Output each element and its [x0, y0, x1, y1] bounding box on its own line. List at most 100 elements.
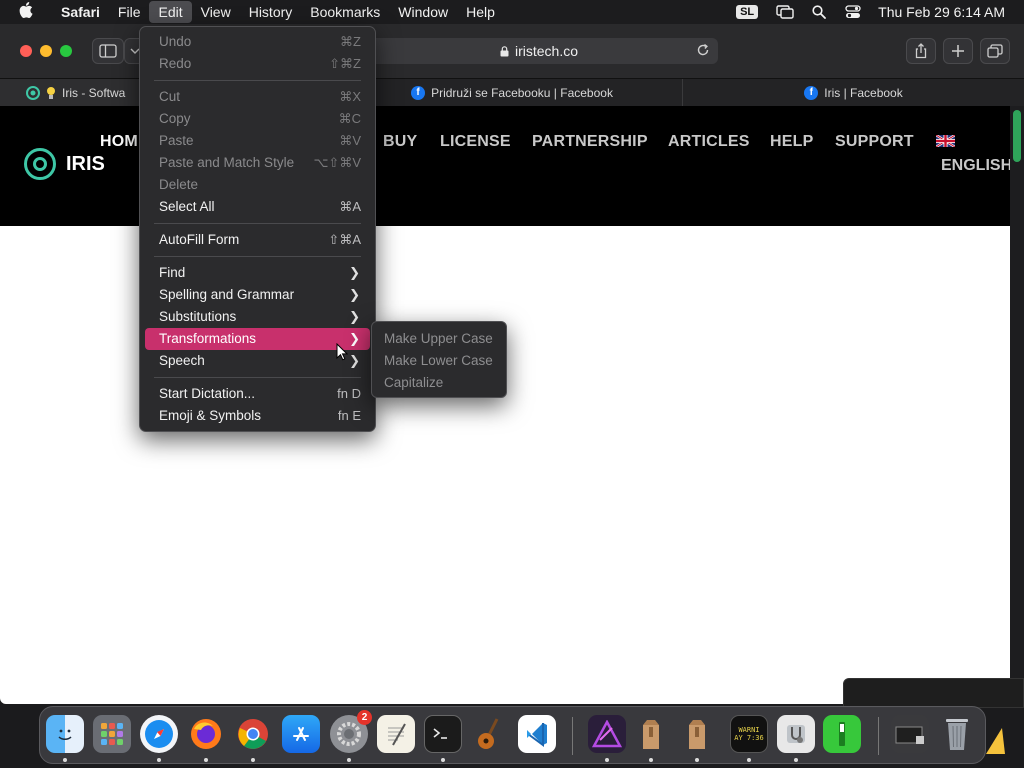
shortcut: fn D	[337, 386, 361, 401]
running-indicator	[63, 758, 67, 762]
shortcut: ⌘V	[339, 133, 361, 148]
window-close-button[interactable]	[20, 45, 32, 57]
facetime-icon[interactable]	[823, 715, 861, 753]
spotlight-search-icon[interactable]	[810, 5, 828, 19]
submenu-item-make-upper-case[interactable]: Make Upper Case	[372, 328, 506, 350]
menu-item-copy[interactable]: Copy ⌘C	[145, 108, 370, 130]
menu-item-label: Speech	[159, 353, 205, 368]
menu-item-label: Paste and Match Style	[159, 155, 295, 170]
menu-item-label: Start Dictation...	[159, 386, 256, 401]
menu-edit[interactable]: Edit	[149, 1, 192, 23]
submenu-item-make-lower-case[interactable]: Make Lower Case	[372, 350, 506, 372]
submenu-arrow-icon: ❯	[349, 287, 360, 302]
dock-separator	[878, 717, 879, 755]
nav-buy[interactable]: BUY	[383, 133, 417, 151]
menu-item-spelling-grammar[interactable]: Spelling and Grammar ❯	[145, 284, 370, 306]
tab-facebook-join[interactable]: f Pridruži se Facebooku | Facebook	[342, 79, 683, 106]
finder-icon[interactable]	[46, 715, 84, 753]
menu-window[interactable]: Window	[389, 1, 457, 23]
nav-help[interactable]: HELP	[770, 133, 813, 151]
chrome-icon[interactable]	[234, 715, 272, 753]
screenshot-stack-icon[interactable]	[891, 715, 929, 753]
share-button[interactable]	[906, 38, 936, 64]
trash-icon[interactable]	[938, 715, 976, 753]
mouse-pointer-icon	[336, 343, 348, 361]
safari-app-icon[interactable]	[140, 715, 178, 753]
address-bar[interactable]: iristech.co	[360, 38, 718, 64]
running-indicator	[695, 758, 699, 762]
window-minimize-button[interactable]	[40, 45, 52, 57]
shortcut: ⌘C	[338, 111, 361, 126]
tab-overview-button[interactable]	[980, 38, 1010, 64]
new-tab-button[interactable]	[943, 38, 973, 64]
menu-help[interactable]: Help	[457, 1, 504, 23]
menu-bar-clock[interactable]: Thu Feb 29 6:14 AM	[878, 4, 1005, 20]
textedit-icon[interactable]	[377, 715, 415, 753]
menu-item-emoji-symbols[interactable]: Emoji & Symbols fn E	[145, 405, 370, 427]
app-menu-safari[interactable]: Safari	[52, 1, 109, 23]
menu-item-redo[interactable]: Redo ⇧⌘Z	[145, 53, 370, 75]
nav-support[interactable]: SUPPORT	[835, 133, 914, 151]
archive-utility-icon[interactable]	[632, 715, 670, 753]
menu-item-label: Undo	[159, 34, 192, 49]
menu-item-paste-match-style[interactable]: Paste and Match Style ⌥⇧⌘V	[145, 152, 370, 174]
menu-item-start-dictation[interactable]: Start Dictation... fn D	[145, 383, 370, 405]
input-source-badge[interactable]: SL	[736, 5, 759, 19]
tab-title: Iris - Softwa	[62, 85, 126, 100]
nav-partnership[interactable]: PARTNERSHIP	[532, 133, 648, 151]
menu-item-substitutions[interactable]: Substitutions ❯	[145, 306, 370, 328]
language-selector[interactable]: ENGLISH	[941, 157, 1012, 175]
url-text: iristech.co	[514, 43, 579, 59]
affinity-designer-icon[interactable]	[588, 715, 626, 753]
running-indicator	[649, 758, 653, 762]
scrollbar-thumb[interactable]	[1013, 110, 1021, 162]
sidebar-toggle-button[interactable]	[92, 38, 124, 64]
nav-license[interactable]: LICENSE	[440, 133, 511, 151]
nav-home[interactable]: HOM	[100, 133, 138, 151]
garageband-icon[interactable]	[471, 715, 509, 753]
running-indicator	[794, 758, 798, 762]
uk-flag-icon[interactable]	[936, 135, 955, 147]
archive-utility-icon[interactable]	[678, 715, 716, 753]
shortcut: ⌘X	[339, 89, 361, 104]
firefox-icon[interactable]	[187, 715, 225, 753]
control-center-icon[interactable]	[844, 5, 862, 19]
menu-item-undo[interactable]: Undo ⌘Z	[145, 31, 370, 53]
menu-item-autofill-form[interactable]: AutoFill Form ⇧⌘A	[145, 229, 370, 251]
tab-overview-icon	[987, 44, 1003, 58]
menu-item-paste[interactable]: Paste ⌘V	[145, 130, 370, 152]
tab-iris-facebook[interactable]: f Iris | Facebook	[683, 79, 1024, 106]
system-preferences-icon[interactable]: 2	[330, 710, 372, 753]
console-icon[interactable]: WARNI AY 7:36	[730, 715, 768, 753]
menu-history[interactable]: History	[240, 1, 302, 23]
shortcut: ⇧⌘Z	[329, 56, 361, 71]
reload-icon[interactable]	[696, 43, 710, 60]
screen-mirroring-icon[interactable]	[776, 5, 794, 19]
menu-item-cut[interactable]: Cut ⌘X	[145, 86, 370, 108]
running-indicator	[605, 758, 609, 762]
terminal-icon[interactable]	[424, 715, 462, 753]
nav-articles[interactable]: ARTICLES	[668, 133, 750, 151]
edit-menu-dropdown: Undo ⌘Z Redo ⇧⌘Z Cut ⌘X Copy ⌘C Paste ⌘V Past…	[139, 26, 376, 432]
vscode-icon[interactable]	[518, 715, 556, 753]
menu-file[interactable]: File	[109, 1, 150, 23]
page-scrollbar[interactable]	[1010, 106, 1024, 706]
launchpad-icon[interactable]	[93, 715, 131, 753]
window-zoom-button[interactable]	[60, 45, 72, 57]
menu-separator	[154, 80, 361, 81]
site-logo[interactable]: IRIS	[24, 148, 105, 180]
shortcut: ⌘A	[339, 199, 361, 214]
notification-badge: 2	[357, 710, 372, 725]
menu-view[interactable]: View	[192, 1, 240, 23]
apple-menu-icon[interactable]	[0, 2, 52, 22]
disk-utility-icon[interactable]	[777, 715, 815, 753]
submenu-item-capitalize[interactable]: Capitalize	[372, 372, 506, 394]
menu-separator	[154, 256, 361, 257]
brand-name: IRIS	[66, 152, 105, 175]
menu-separator	[154, 377, 361, 378]
menu-item-select-all[interactable]: Select All ⌘A	[145, 196, 370, 218]
app-store-icon[interactable]	[282, 715, 320, 753]
menu-bookmarks[interactable]: Bookmarks	[301, 1, 389, 23]
menu-item-find[interactable]: Find ❯	[145, 262, 370, 284]
menu-item-delete[interactable]: Delete	[145, 174, 370, 196]
